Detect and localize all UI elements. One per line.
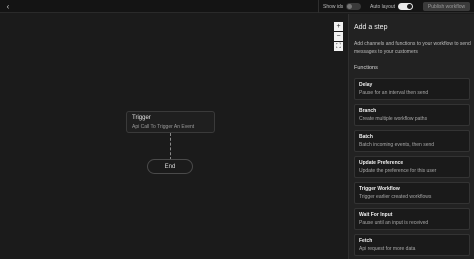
step-title: Trigger Workflow: [359, 186, 400, 192]
workflow-canvas[interactable]: [0, 14, 348, 259]
auto-layout-label: Auto layout: [370, 3, 396, 10]
step-description: Pause for an interval then send: [359, 90, 429, 96]
node-connector: [170, 133, 171, 160]
functions-section-label: Functions: [354, 65, 378, 71]
auto-layout-switch[interactable]: [398, 3, 414, 10]
trigger-title: Trigger: [132, 115, 151, 121]
step-branch[interactable]: Branch Create multiple workflow paths: [354, 104, 470, 126]
step-title: Wait For Input: [359, 212, 393, 218]
chevron-left-icon[interactable]: ‹: [3, 0, 13, 13]
step-description: Pause until an input is received: [359, 220, 429, 226]
step-title: Batch: [359, 134, 373, 140]
step-update-preference[interactable]: Update Preference Update the preference …: [354, 156, 470, 178]
step-description: Create multiple workflow paths: [359, 116, 428, 122]
fit-view-button[interactable]: ⛶: [334, 42, 343, 51]
add-step-panel: Add a step Add channels and functions to…: [348, 14, 474, 259]
step-title: Fetch: [359, 238, 373, 244]
trigger-subtitle: Api Call To Trigger An Event: [132, 124, 195, 130]
workflow-editor: ‹ Show ids Auto layout Publish workflow …: [0, 0, 474, 259]
step-description: Trigger earlier created workflows: [359, 194, 432, 200]
step-batch[interactable]: Batch Batch incoming events, then send: [354, 130, 470, 152]
step-wait-for-input[interactable]: Wait For Input Pause until an input is r…: [354, 208, 470, 230]
step-title: Branch: [359, 108, 377, 114]
step-description: Update the preference for this user: [359, 168, 437, 174]
divider: [318, 0, 319, 13]
zoom-in-button[interactable]: +: [334, 22, 343, 31]
step-description: Api request for more data: [359, 246, 416, 252]
trigger-node[interactable]: Trigger Api Call To Trigger An Event: [126, 111, 215, 133]
zoom-out-button[interactable]: −: [334, 32, 343, 41]
publish-workflow-button[interactable]: Publish workflow: [423, 2, 470, 11]
zoom-controls: + − ⛶: [334, 22, 344, 51]
top-bar: ‹ Show ids Auto layout Publish workflow: [0, 0, 474, 13]
panel-description: Add channels and functions to your workf…: [354, 41, 471, 55]
step-fetch[interactable]: Fetch Api request for more data: [354, 234, 470, 256]
auto-layout-toggle-group: Auto layout: [370, 0, 414, 13]
step-description: Batch incoming events, then send: [359, 142, 435, 148]
end-node[interactable]: End: [147, 159, 193, 174]
step-trigger-workflow[interactable]: Trigger Workflow Trigger earlier created…: [354, 182, 470, 204]
step-title: Update Preference: [359, 160, 404, 166]
step-title: Delay: [359, 82, 373, 88]
step-delay[interactable]: Delay Pause for an interval then send: [354, 78, 470, 100]
show-ids-switch[interactable]: [346, 3, 362, 10]
panel-title: Add a step: [354, 24, 388, 31]
show-ids-label: Show ids: [323, 3, 344, 10]
show-ids-toggle-group: Show ids: [323, 0, 362, 13]
